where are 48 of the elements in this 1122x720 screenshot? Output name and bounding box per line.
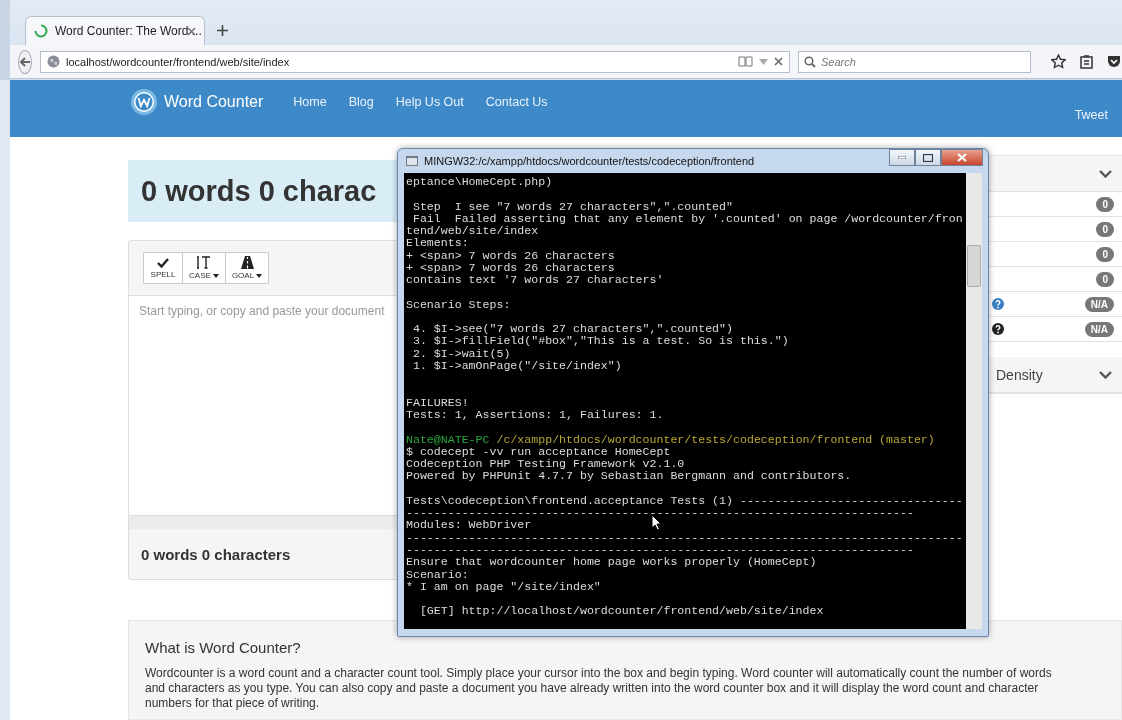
brand-link[interactable]: Word Counter bbox=[130, 88, 264, 116]
terminal-line: Tests\codeception\frontend.acceptance Tests (1) -------------------------------- bbox=[406, 494, 963, 508]
terminal-line: + <span> 7 words 26 characters bbox=[406, 249, 615, 262]
terminal-line: 2. $I->wait(5) bbox=[411, 347, 511, 360]
terminal-line: 4. $I->see("7 words 27 characters",".counted") bbox=[411, 323, 733, 336]
count-badge: 0 bbox=[1096, 221, 1114, 237]
address-bar[interactable]: localhost/wordcounter/frontend/web/site/index bbox=[40, 50, 790, 73]
terminal-line: [GET] http://localhost/wordcounter/frontend/web/site/index bbox=[418, 605, 824, 618]
terminal-line: eptance\HomeCept.php) bbox=[406, 176, 553, 189]
terminal-line: $ codecept -vv run acceptance HomeCept bbox=[406, 445, 671, 459]
terminal-line: Ensure that wordcounter home page works properly (HomeCept) bbox=[406, 556, 817, 569]
toolbar-button[interactable]: CASE bbox=[182, 252, 226, 284]
count-badge: N/A bbox=[1084, 321, 1114, 337]
terminal-line: Tests: 1, Assertions: 1, Failures: 1. bbox=[406, 409, 664, 422]
terminal-line: Fail Failed asserting that any element by '.counted' on page /wordcounter/fron bbox=[411, 212, 963, 226]
terminal-line: contains text '7 words 27 characters' bbox=[406, 274, 664, 287]
terminal-line: Modules: WebDriver bbox=[406, 519, 532, 532]
description-text: Wordcounter is a word count and a character count tool. Simply place your cursor into the box and begin typing. Word counter will automatically count the number of words and characters as you type. You can also copy and paste a document you have already written into the word counter box and it will display the word count and character numbers for that piece of writing. bbox=[145, 666, 1053, 711]
terminal-line: * I am on page "/site/index" bbox=[406, 580, 601, 594]
terminal-line: -------------------------------------------------------------------------------- bbox=[406, 531, 963, 544]
terminal-line: Powered by PHPUnit 4.7.7 by Sebastian Bergmann and contributors. bbox=[406, 470, 852, 483]
count-badge: 0 bbox=[1096, 246, 1114, 262]
word-count-summary: 0 words 0 characters bbox=[141, 545, 291, 563]
nav-link[interactable]: Contact Us bbox=[485, 95, 548, 109]
count-badge: 0 bbox=[1096, 271, 1114, 287]
panel-title[interactable]: Density bbox=[996, 366, 1043, 383]
count-badge: 0 bbox=[1096, 196, 1114, 212]
terminal-line: ------------------------------------------------------------------------- bbox=[406, 507, 914, 520]
terminal-line: Scenario: bbox=[406, 568, 469, 581]
terminal-line: + <span> 7 words 26 characters bbox=[406, 261, 615, 275]
terminal-line: FAILURES! bbox=[406, 396, 469, 410]
section-title: What is Word Counter? bbox=[145, 639, 302, 656]
terminal-line: 1. $I->amOnPage("/site/index") bbox=[411, 360, 622, 373]
terminal-line: 3. $I->fillField("#box","This is a test. So is this.") bbox=[411, 335, 789, 348]
toolbar-button[interactable]: GOAL bbox=[225, 252, 269, 284]
terminal-line: tend/web/site/index bbox=[406, 225, 539, 238]
terminal-line: Codeception PHP Testing Framework v2.1.0 bbox=[406, 458, 685, 471]
search-field[interactable]: Search bbox=[798, 50, 1031, 73]
word-count-heading: 0 words 0 charac bbox=[141, 174, 377, 208]
terminal-line: Elements: bbox=[406, 237, 469, 250]
terminal-line: Scenario Steps: bbox=[406, 298, 511, 311]
count-badge: N/A bbox=[1084, 296, 1114, 312]
toolbar-button[interactable]: SPELL bbox=[143, 252, 183, 284]
window-title: MINGW32:/c/xampp/htdocs/wordcounter/tests/codeception/frontend bbox=[424, 155, 756, 167]
shell-prompt: Nate@NATE-PC /c/xampp/htdocs/wordcounter/tests/codeception/frontend (master) bbox=[406, 433, 935, 446]
terminal-line: Step I see "7 words 27 characters",".counted" bbox=[411, 200, 733, 213]
browser-tab[interactable]: Word Counter: The Word ... bbox=[25, 16, 205, 45]
terminal-line: ------------------------------------------------------------------------- bbox=[406, 543, 914, 557]
